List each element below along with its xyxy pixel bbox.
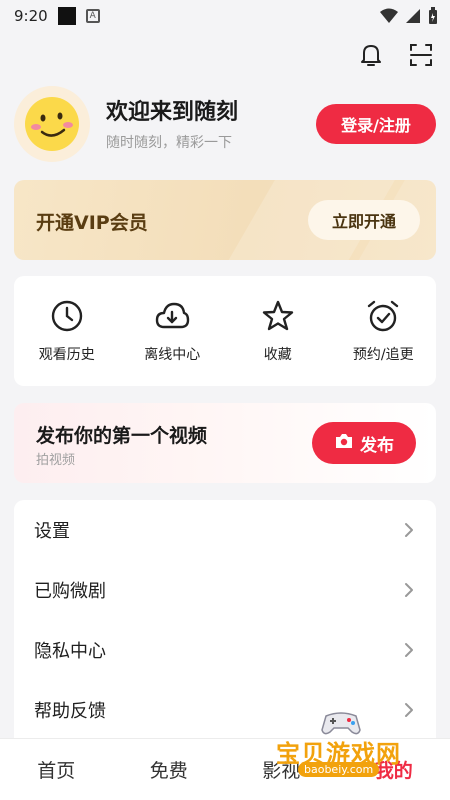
menu-item-label: 帮助反馈 (34, 701, 106, 722)
status-bar: 9:20 A (0, 0, 450, 32)
quick-item-favorites[interactable]: 收藏 (225, 298, 331, 386)
signal-icon (406, 8, 420, 28)
vip-title: 开通VIP会员 (36, 212, 148, 234)
watermark: 宝贝游戏网 baobeiy.com (276, 708, 446, 788)
chevron-right-icon (404, 522, 414, 542)
nav-tab-free[interactable]: 免费 (113, 739, 226, 800)
publish-title: 发布你的第一个视频 (36, 425, 208, 447)
quick-item-label: 收藏 (263, 347, 292, 363)
publish-subtitle: 拍视频 (36, 453, 76, 468)
menu-item-label: 隐私中心 (34, 641, 106, 662)
smiley-avatar-icon (25, 97, 79, 151)
alarm-check-icon (365, 298, 401, 334)
menu-item-label: 设置 (34, 521, 70, 542)
quick-item-label: 预约/追更 (352, 347, 414, 363)
welcome-title: 欢迎来到随刻 (106, 100, 239, 125)
welcome-subtitle: 随时随刻，精彩一下 (106, 135, 232, 151)
status-time: 9:20 (14, 7, 48, 25)
battery-icon (428, 7, 438, 29)
nav-tab-home[interactable]: 首页 (0, 739, 113, 800)
profile-section: 欢迎来到随刻 随时随刻，精彩一下 登录/注册 (14, 84, 436, 164)
quick-item-label: 离线中心 (144, 347, 201, 363)
quick-item-label: 观看历史 (38, 347, 95, 363)
vip-banner[interactable]: 开通VIP会员 立即开通 (14, 180, 436, 260)
quick-actions: 观看历史 离线中心 收藏 预约/追更 (14, 276, 436, 386)
chevron-right-icon (404, 582, 414, 602)
a-badge-icon: A (85, 9, 100, 23)
publish-button[interactable]: 发布 (312, 422, 416, 464)
header-actions (356, 40, 436, 70)
login-register-button[interactable]: 登录/注册 (316, 104, 436, 144)
clock-icon (49, 298, 85, 334)
star-icon (260, 298, 296, 334)
publish-button-label: 发布 (360, 435, 394, 456)
menu-item-privacy[interactable]: 隐私中心 (14, 620, 436, 680)
quick-item-history[interactable]: 观看历史 (14, 298, 120, 386)
cloud-download-icon (154, 298, 190, 334)
chevron-right-icon (404, 642, 414, 662)
avatar[interactable] (14, 86, 90, 162)
bell-icon[interactable] (356, 40, 386, 70)
menu-item-purchased-dramas[interactable]: 已购微剧 (14, 560, 436, 620)
wifi-icon (380, 8, 398, 28)
menu-item-settings[interactable]: 设置 (14, 500, 436, 560)
quick-item-reservations[interactable]: 预约/追更 (331, 298, 437, 386)
scan-icon[interactable] (406, 40, 436, 70)
watermark-url: baobeiy.com (298, 762, 380, 777)
notification-square-icon (57, 7, 76, 25)
vip-open-button[interactable]: 立即开通 (308, 200, 420, 240)
camera-icon (334, 432, 354, 455)
publish-card[interactable]: 发布你的第一个视频 拍视频 发布 (14, 403, 436, 483)
menu-item-label: 已购微剧 (34, 581, 106, 602)
quick-item-offline[interactable]: 离线中心 (120, 298, 226, 386)
